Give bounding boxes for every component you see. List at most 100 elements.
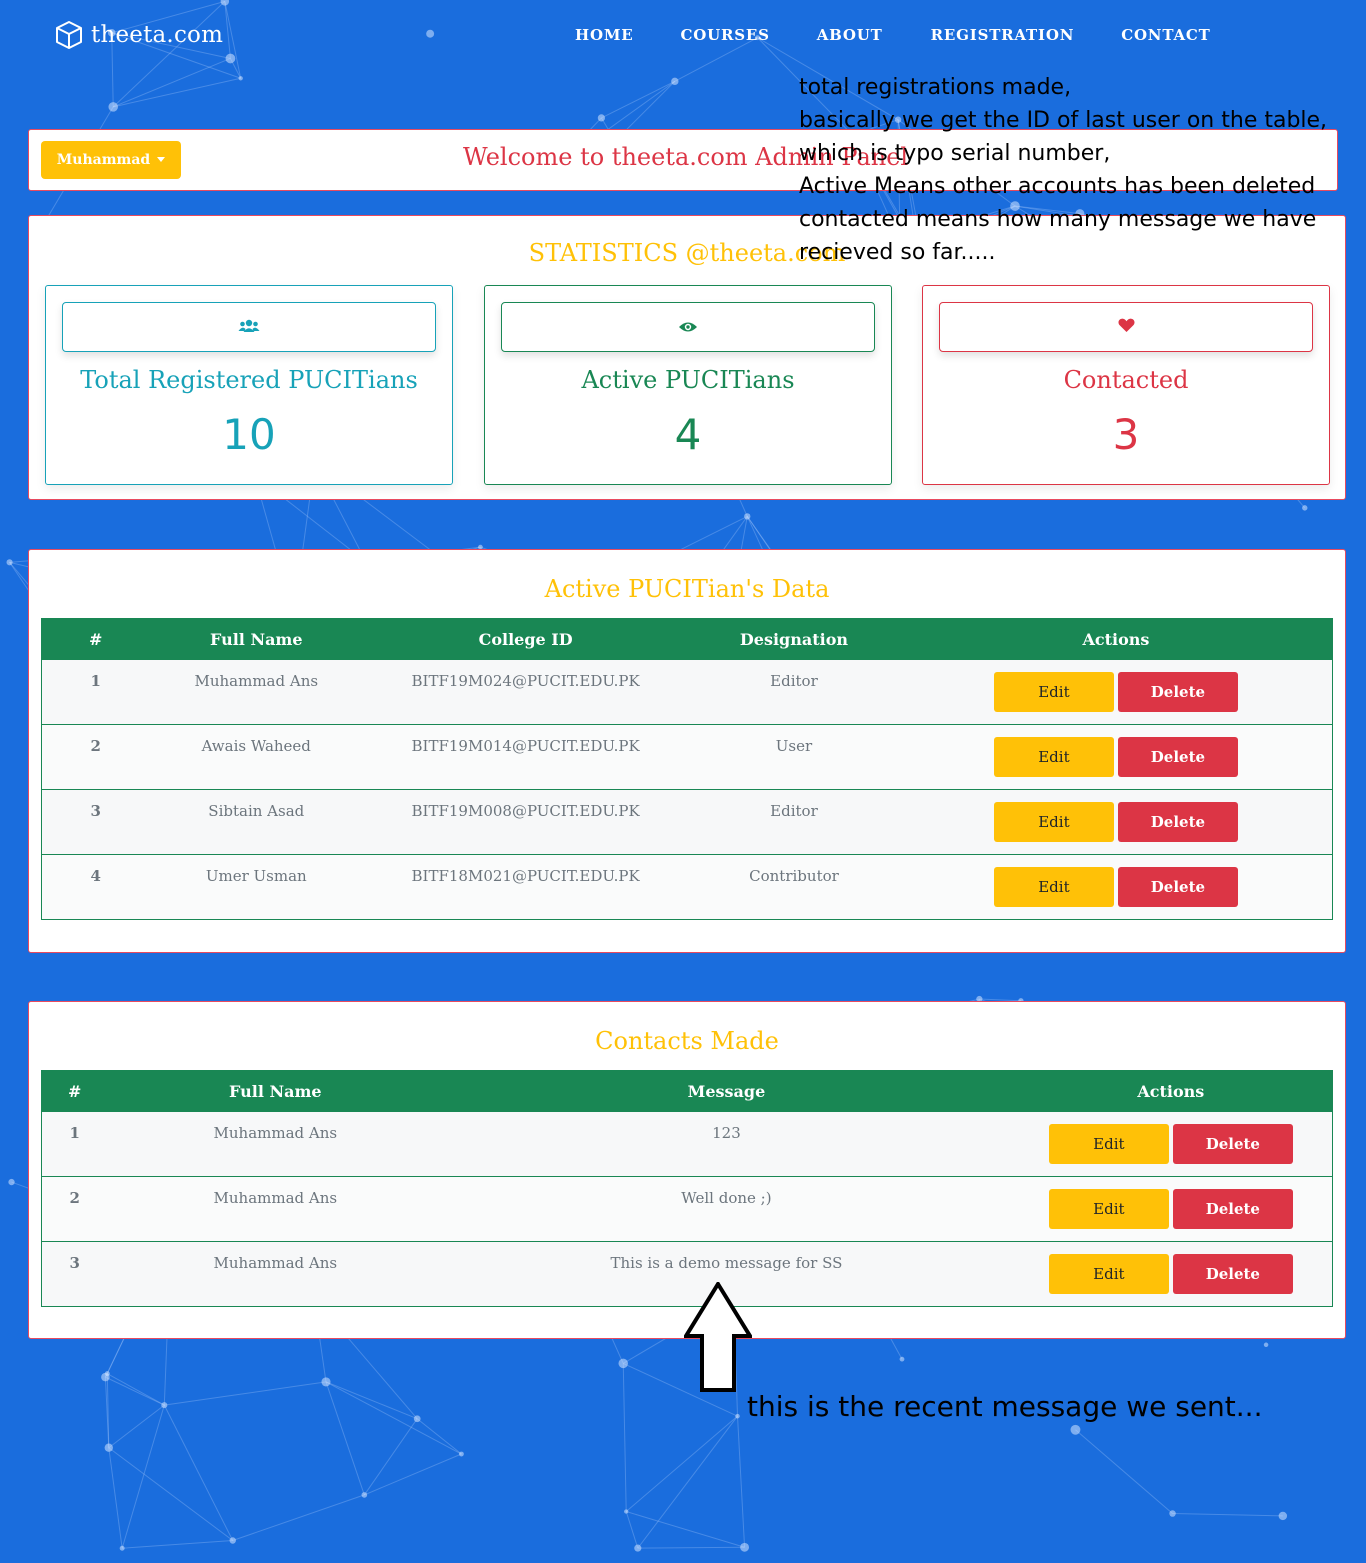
row-number: 3 [41,1241,108,1307]
full-name-cell: Muhammad Ans [107,1176,444,1242]
delete-button[interactable]: Delete [1172,1189,1293,1229]
edit-button[interactable]: Edit [1048,1189,1169,1229]
stat-card-total-registered: Total Registered PUCITians 10 [45,285,453,485]
stat-value: 10 [222,410,276,459]
delete-button[interactable]: Delete [1172,1124,1293,1164]
stat-card-contacted: Contacted 3 [922,285,1330,485]
table-row: 2 Muhammad Ans Well done ;) Edit Delete [41,1176,1333,1242]
nav-registration[interactable]: REGISTRATION [931,26,1075,44]
edit-button[interactable]: Edit [993,672,1114,712]
actions-cell: Edit Delete [1009,1241,1333,1307]
stat-value: 4 [674,410,702,459]
column-header-name: Full Name [107,1070,444,1112]
nav-about[interactable]: ABOUT [817,26,883,44]
brand-name: theeta.com [91,22,224,48]
stat-card-active: Active PUCITians 4 [484,285,892,485]
designation-cell: User [688,724,900,790]
active-users-table: # Full Name College ID Designation Actio… [41,618,1333,920]
full-name-cell: Awais Waheed [149,724,364,790]
contacts-title: Contacts Made [595,1027,779,1055]
delete-button[interactable]: Delete [1117,802,1238,842]
stat-value: 3 [1112,410,1140,459]
delete-button[interactable]: Delete [1172,1254,1293,1294]
full-name-cell: Muhammad Ans [107,1241,444,1307]
row-number: 2 [41,1176,108,1242]
table-row: 2 Awais Waheed BITF19M014@PUCIT.EDU.PK U… [41,724,1333,790]
table-row: 4 Umer Usman BITF18M021@PUCIT.EDU.PK Con… [41,854,1333,920]
column-header-num: # [41,618,150,660]
table-header-row: # Full Name Message Actions [41,1070,1333,1112]
nav-links: HOME COURSES ABOUT REGISTRATION CONTACT [575,26,1211,44]
user-dropdown-button[interactable]: Muhammad [41,141,181,179]
college-id-cell: BITF19M008@PUCIT.EDU.PK [363,789,689,855]
annotation-line: recieved so far..... [799,240,996,265]
table-row: 3 Sibtain Asad BITF19M008@PUCIT.EDU.PK E… [41,789,1333,855]
delete-button[interactable]: Delete [1117,867,1238,907]
delete-button[interactable]: Delete [1117,672,1238,712]
row-number: 1 [41,1111,108,1177]
actions-cell: Edit Delete [899,659,1333,725]
message-cell: Well done ;) [443,1176,1010,1242]
edit-button[interactable]: Edit [993,867,1114,907]
column-header-num: # [41,1070,108,1112]
annotation-arrow-note: this is the recent message we sent... [747,1390,1263,1423]
row-number: 1 [41,659,150,725]
row-number: 2 [41,724,150,790]
edit-button[interactable]: Edit [1048,1254,1169,1294]
annotation-line: total registrations made, [799,75,1072,100]
full-name-cell: Sibtain Asad [149,789,364,855]
annotation-line: which is typo serial number, [799,141,1111,166]
designation-cell: Contributor [688,854,900,920]
edit-button[interactable]: Edit [993,802,1114,842]
user-name: Muhammad [56,152,151,168]
stat-label: Total Registered PUCITians [80,366,418,394]
actions-cell: Edit Delete [899,789,1333,855]
annotation-line: contacted means how many message we have [799,207,1317,232]
contacts-table: # Full Name Message Actions 1 Muhammad A… [41,1070,1333,1307]
row-number: 3 [41,789,150,855]
active-users-panel: Active PUCITian's Data # Full Name Colle… [28,549,1346,953]
designation-cell: Editor [688,659,900,725]
college-id-cell: BITF19M024@PUCIT.EDU.PK [363,659,689,725]
cube-icon [55,20,83,50]
table-row: 1 Muhammad Ans 123 Edit Delete [41,1111,1333,1177]
actions-cell: Edit Delete [1009,1176,1333,1242]
stat-icon-box [501,302,875,352]
column-header-name: Full Name [149,618,364,660]
annotation-line: Active Means other accounts has been del… [799,174,1316,199]
heart-icon [1117,318,1135,337]
table-row: 1 Muhammad Ans BITF19M024@PUCIT.EDU.PK E… [41,659,1333,725]
nav-home[interactable]: HOME [575,26,633,44]
table-header-row: # Full Name College ID Designation Actio… [41,618,1333,660]
caret-down-icon [157,157,166,162]
column-header-actions: Actions [1009,1070,1333,1112]
stat-icon-box [939,302,1313,352]
stat-label: Contacted [1063,366,1189,394]
column-header-college-id: College ID [363,618,689,660]
nav-contact[interactable]: CONTACT [1121,26,1210,44]
full-name-cell: Muhammad Ans [107,1111,444,1177]
row-number: 4 [41,854,150,920]
edit-button[interactable]: Edit [1048,1124,1169,1164]
users-icon [238,318,260,337]
actions-cell: Edit Delete [899,724,1333,790]
edit-button[interactable]: Edit [993,737,1114,777]
active-users-title: Active PUCITian's Data [544,575,830,603]
navbar: theeta.com HOME COURSES ABOUT REGISTRATI… [0,0,1366,72]
college-id-cell: BITF18M021@PUCIT.EDU.PK [363,854,689,920]
full-name-cell: Umer Usman [149,854,364,920]
column-header-actions: Actions [899,618,1333,660]
brand-link[interactable]: theeta.com [55,20,223,50]
nav-courses[interactable]: COURSES [680,26,769,44]
designation-cell: Editor [688,789,900,855]
actions-cell: Edit Delete [899,854,1333,920]
column-header-designation: Designation [688,618,900,660]
stat-icon-box [62,302,436,352]
message-cell: 123 [443,1111,1010,1177]
full-name-cell: Muhammad Ans [149,659,364,725]
eye-icon [678,318,698,337]
delete-button[interactable]: Delete [1117,737,1238,777]
stat-label: Active PUCITians [581,366,795,394]
arrow-up-icon [682,1280,754,1398]
actions-cell: Edit Delete [1009,1111,1333,1177]
